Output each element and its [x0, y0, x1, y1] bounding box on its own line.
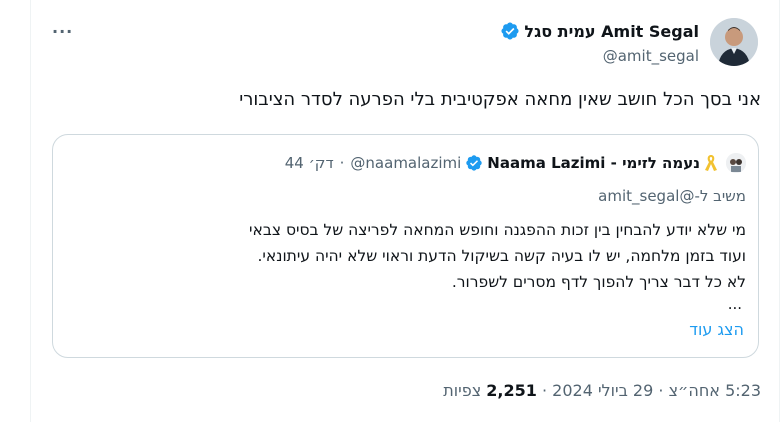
truncation-ellipsis: ...	[727, 295, 742, 313]
quote-author-name[interactable]: Naama Lazimi - נעמה לזימי	[487, 154, 700, 172]
tweet-date[interactable]: 29 ביולי 2024	[552, 381, 653, 400]
separator-dot: ·	[658, 381, 664, 400]
quote-author-avatar[interactable]	[726, 153, 746, 173]
author-name[interactable]: עמית סגל Amit Segal	[524, 22, 699, 41]
quote-text: מי שלא יודע להבחין בין זכות ההפגנה וחופש…	[249, 217, 746, 295]
avatar-photo	[710, 18, 758, 66]
yellow-ribbon-icon	[705, 155, 717, 171]
quote-text-line: לא כל דבר צריך להפוך לדף מסרים לשפרור.	[451, 273, 746, 291]
verified-badge-icon	[466, 155, 482, 171]
tweet-metadata: 5:23 אחה״צ · 29 ביולי 2024 · 2,251 צפיות	[443, 381, 761, 400]
author-name-row: עמית סגל Amit Segal	[498, 20, 699, 42]
tweet-time[interactable]: 5:23 אחה״צ	[669, 381, 761, 400]
separator-dot: ·	[541, 381, 548, 400]
avatar-photo	[726, 153, 746, 173]
verified-badge-icon	[501, 22, 519, 40]
quote-header: 44 דק׳ · @naamalazimi Naama Lazimi - נעמ…	[285, 153, 746, 173]
quote-author-handle[interactable]: @naamalazimi	[350, 154, 461, 172]
author-avatar[interactable]	[710, 18, 758, 66]
tweet-text: אני בסך הכל חושב שאין מחאה אפקטיבית בלי …	[239, 89, 761, 110]
more-icon[interactable]: ···	[52, 22, 73, 41]
quote-time[interactable]: 44 דק׳	[285, 154, 334, 172]
show-more-link[interactable]: הצג עוד	[689, 320, 744, 339]
quote-text-line: ועוד בזמן מלחמה, יש לו בעיה קשה בשיקול ה…	[257, 247, 746, 265]
quoted-tweet[interactable]: 44 דק׳ · @naamalazimi Naama Lazimi - נעמ…	[52, 134, 759, 358]
separator-dot: ·	[339, 154, 345, 172]
author-handle[interactable]: @amit_segal	[603, 47, 699, 65]
views-count: 2,251	[486, 381, 537, 400]
quote-text-line: מי שלא יודע להבחין בין זכות ההפגנה וחופש…	[249, 221, 746, 239]
reply-to-label: משיב ל-@amit_segal	[598, 187, 746, 205]
views-label: צפיות	[443, 381, 482, 400]
